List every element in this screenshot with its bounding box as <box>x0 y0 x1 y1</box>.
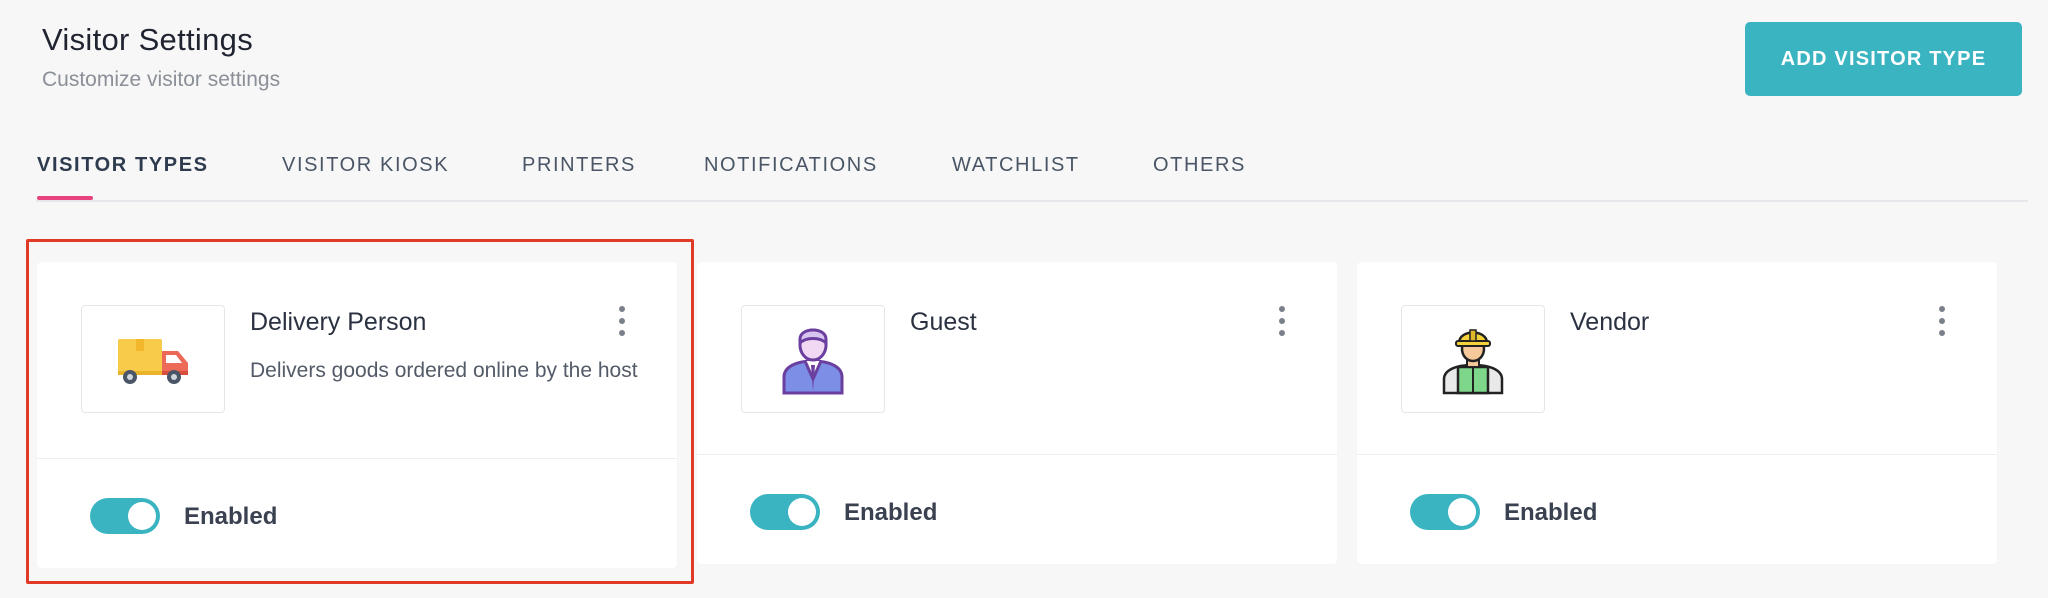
visitor-type-icon-frame <box>741 305 885 413</box>
visitor-type-card-vendor[interactable]: Vendor Enabled <box>1357 262 1997 564</box>
card-divider <box>37 458 677 459</box>
tab-others[interactable]: OTHERS <box>1153 154 1246 177</box>
visitor-type-name: Guest <box>910 308 977 336</box>
page-subtitle: Customize visitor settings <box>42 68 281 91</box>
tab-watchlist[interactable]: WATCHLIST <box>952 154 1080 177</box>
tab-visitor-kiosk[interactable]: VISITOR KIOSK <box>282 154 449 177</box>
card-divider <box>1357 454 1997 455</box>
delivery-truck-icon <box>118 339 188 384</box>
visitor-type-card-guest[interactable]: Guest Enabled <box>697 262 1337 564</box>
visitor-type-name: Vendor <box>1570 308 1650 336</box>
tab-notifications[interactable]: NOTIFICATIONS <box>704 154 878 177</box>
card-divider <box>697 454 1337 455</box>
more-options-icon[interactable] <box>615 306 629 336</box>
tab-visitor-types[interactable]: VISITOR TYPES <box>37 154 209 177</box>
guest-person-icon <box>782 328 844 395</box>
more-options-icon[interactable] <box>1275 306 1289 336</box>
visitor-type-card-delivery-person[interactable]: Delivery Person Delivers goods ordered o… <box>37 262 677 568</box>
enabled-toggle[interactable] <box>1410 494 1480 530</box>
toggle-status-label: Enabled <box>184 503 278 530</box>
tab-printers[interactable]: PRINTERS <box>522 154 636 177</box>
page-title: Visitor Settings <box>42 22 253 57</box>
more-options-icon[interactable] <box>1935 306 1949 336</box>
visitor-type-name: Delivery Person <box>250 308 427 336</box>
visitor-type-icon-frame <box>1401 305 1545 413</box>
settings-tabs: VISITOR TYPES VISITOR KIOSK PRINTERS NOT… <box>36 150 2028 202</box>
enabled-toggle[interactable] <box>750 494 820 530</box>
toggle-status-label: Enabled <box>844 499 938 526</box>
enabled-toggle[interactable] <box>90 498 160 534</box>
visitor-type-description: Delivers goods ordered online by the hos… <box>250 359 638 382</box>
add-visitor-type-button[interactable]: ADD VISITOR TYPE <box>1745 22 2022 96</box>
active-tab-indicator <box>37 196 93 200</box>
toggle-status-label: Enabled <box>1504 499 1598 526</box>
visitor-type-icon-frame <box>81 305 225 413</box>
construction-worker-icon <box>1442 329 1504 395</box>
